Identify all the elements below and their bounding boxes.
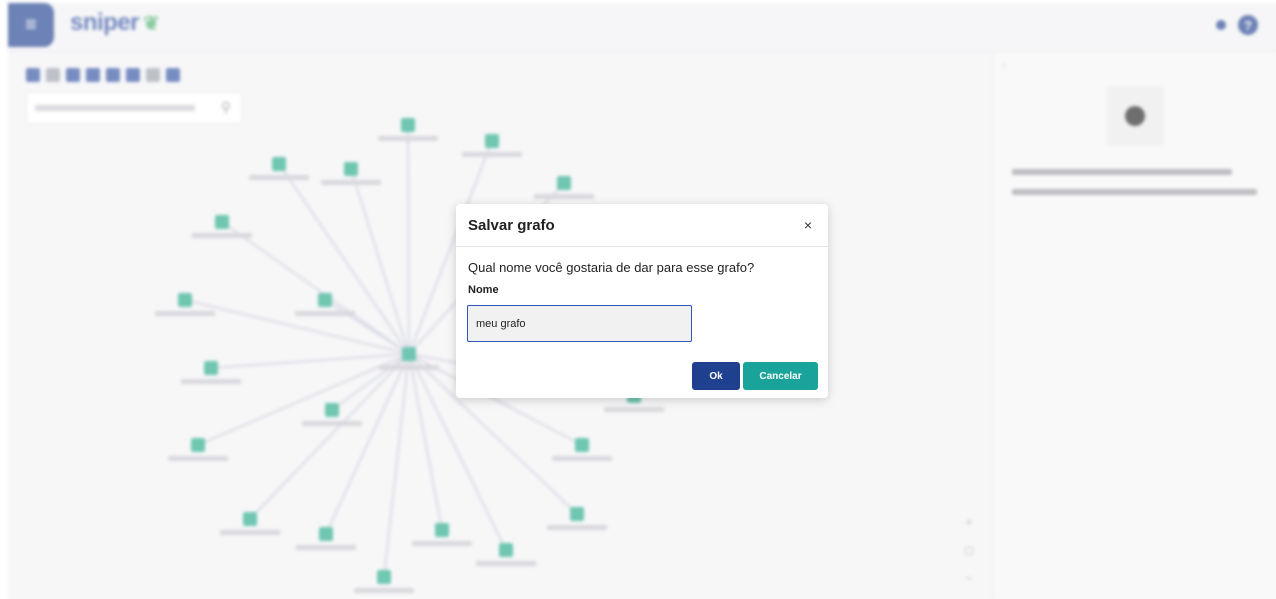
dialog-question: Qual nome você gostaria de dar para esse…: [468, 260, 755, 275]
dialog-header: Salvar grafo ×: [456, 204, 828, 247]
cancel-button[interactable]: Cancelar: [743, 362, 818, 390]
ok-button[interactable]: Ok: [692, 362, 740, 390]
graph-name-input[interactable]: [467, 305, 692, 342]
dialog-title: Salvar grafo: [468, 217, 555, 234]
close-icon[interactable]: ×: [804, 217, 812, 233]
save-graph-dialog: Salvar grafo × Qual nome você gostaria d…: [456, 204, 828, 398]
name-field-label: Nome: [468, 284, 499, 296]
